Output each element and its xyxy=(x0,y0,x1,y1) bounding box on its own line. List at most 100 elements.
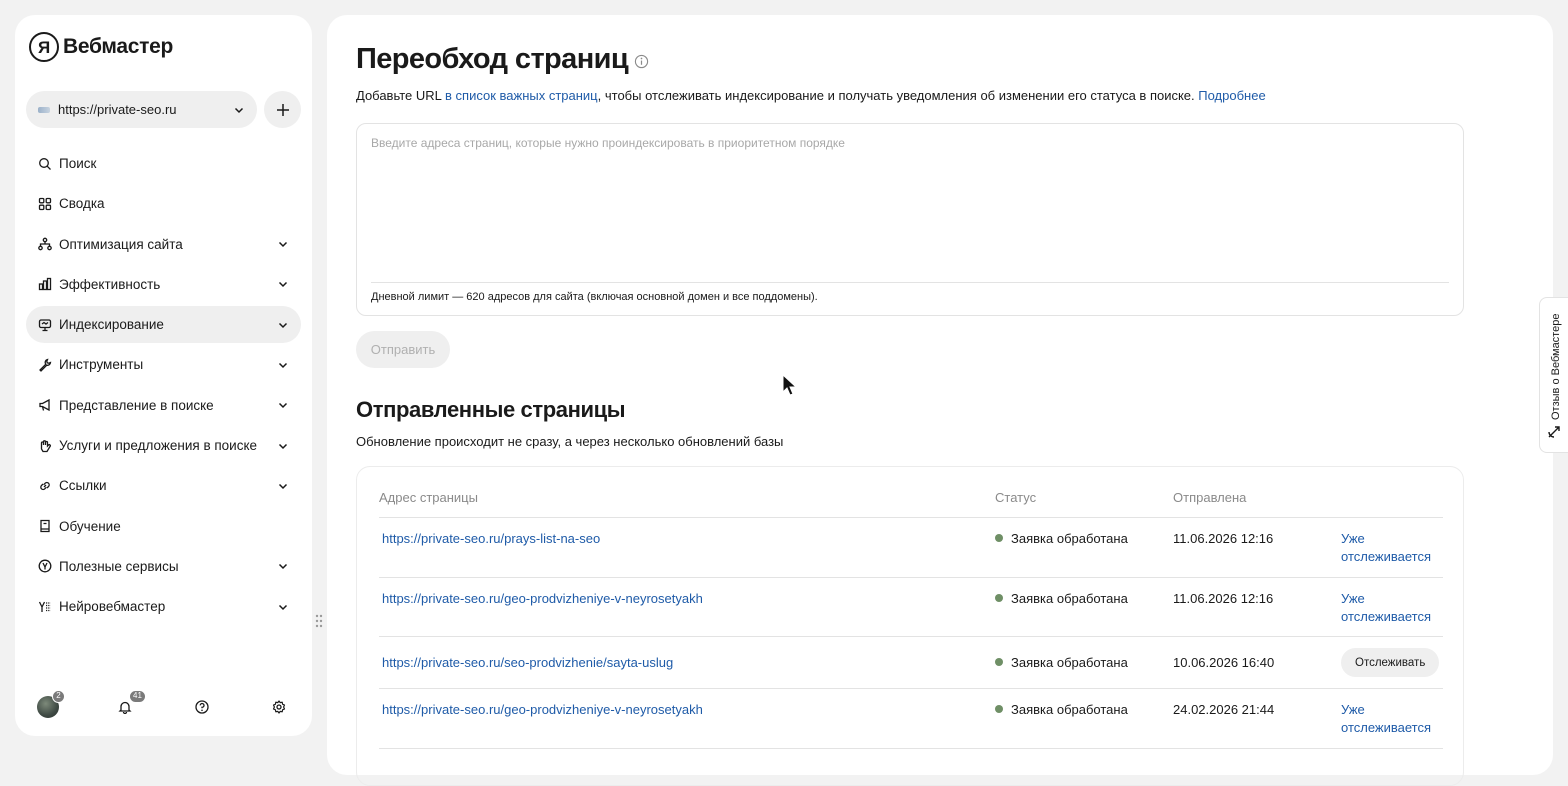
page-description: Добавьте URL в список важных страниц, чт… xyxy=(356,88,1266,103)
chevron-down-icon xyxy=(234,107,244,113)
status-cell: Заявка обработана xyxy=(995,591,1128,606)
sidebar-item-bar-chart[interactable]: Эффективность xyxy=(26,266,301,303)
add-site-button[interactable] xyxy=(264,91,301,128)
page-url-link[interactable]: https://private-seo.ru/geo-prodvizheniye… xyxy=(382,702,703,717)
site-selector-value: https://private-seo.ru xyxy=(58,102,177,117)
app-name: Вебмастер xyxy=(63,35,173,58)
status-dot-icon xyxy=(995,534,1003,542)
url-input-divider xyxy=(371,282,1449,283)
sidebar-item-monitor[interactable]: Индексирование xyxy=(26,306,301,344)
page-desc-prefix: Добавьте URL xyxy=(356,88,446,103)
feedback-tab-label: Отзыв о Вебмастере xyxy=(1550,313,1562,420)
status-cell: Заявка обработана xyxy=(995,655,1128,670)
sidebar-item-label: Оптимизация сайта xyxy=(59,236,183,252)
important-pages-link[interactable]: в список важных страниц xyxy=(445,88,598,103)
sitemap-icon xyxy=(38,237,52,251)
page-url-link[interactable]: https://private-seo.ru/seo-prodvizhenie/… xyxy=(382,655,673,670)
sidebar-item-grid[interactable]: Сводка xyxy=(26,185,301,222)
monitor-icon xyxy=(38,318,52,332)
status-text: Заявка обработана xyxy=(1011,531,1128,546)
chevron-down-icon xyxy=(278,604,288,610)
bar-chart-icon xyxy=(38,277,52,291)
track-button[interactable]: Отслеживать xyxy=(1341,648,1440,677)
plus-icon xyxy=(276,103,289,116)
table-row: https://private-seo.ru/geo-prodvizheniye… xyxy=(379,578,1443,637)
sent-date: 24.02.2026 21:44 xyxy=(1173,702,1275,717)
more-link[interactable]: Подробнее xyxy=(1198,88,1265,103)
drag-dots-icon xyxy=(315,614,323,628)
sidebar-item-yandex[interactable]: Полезные сервисы xyxy=(26,548,301,585)
sidebar-item-neuro[interactable]: Нейровебмастер xyxy=(26,588,301,625)
chevron-down-icon xyxy=(278,282,288,288)
already-tracked-link[interactable]: Уже отслеживается xyxy=(1341,701,1451,737)
feedback-tab[interactable]: Отзыв о Вебмастере xyxy=(1539,297,1568,453)
sidebar-item-label: Индексирование xyxy=(59,317,164,333)
sent-pages-table: Адрес страницы Статус Отправлена https:/… xyxy=(356,466,1464,786)
column-header-url: Адрес страницы xyxy=(379,490,478,505)
sidebar-item-search[interactable]: Поиск xyxy=(26,145,301,182)
table-row: https://private-seo.ru/seo-prodvizhenie/… xyxy=(379,637,1443,689)
search-icon xyxy=(38,157,52,171)
help-icon xyxy=(195,700,209,714)
page-title: Переобход страниц xyxy=(356,43,649,76)
notifications-badge: 41 xyxy=(129,690,146,703)
column-header-sent: Отправлена xyxy=(1173,490,1247,505)
chevron-down-icon xyxy=(278,483,288,489)
sidebar-item-sitemap[interactable]: Оптимизация сайта xyxy=(26,226,301,263)
main-content: Переобход страниц Добавьте URL в список … xyxy=(327,15,1553,786)
feedback-icon xyxy=(1548,426,1560,438)
bell-icon xyxy=(118,701,132,714)
sidebar-resize-handle[interactable] xyxy=(312,608,326,634)
book-icon xyxy=(38,519,52,533)
chevron-down-icon xyxy=(278,403,288,409)
sidebar-item-wrench[interactable]: Инструменты xyxy=(26,346,301,383)
page-title-text: Переобход страниц xyxy=(356,43,629,75)
sidebar-item-book[interactable]: Обучение xyxy=(26,508,301,545)
sidebar-item-label: Инструменты xyxy=(59,357,144,373)
site-selector[interactable]: https://private-seo.ru xyxy=(26,91,257,128)
sent-pages-description: Обновление происходит не сразу, а через … xyxy=(356,434,784,449)
yandex-logo-icon: Я xyxy=(29,32,59,62)
page-desc-suffix: , чтобы отслеживать индексирование и пол… xyxy=(597,88,1199,103)
chevron-down-icon xyxy=(278,362,288,369)
sidebar-item-label: Услуги и предложения в поиске xyxy=(59,438,258,454)
help-button[interactable] xyxy=(194,699,210,715)
chevron-down-icon xyxy=(278,322,288,328)
sidebar-item-hand[interactable]: Услуги и предложения в поиске xyxy=(26,427,301,464)
page-url-link[interactable]: https://private-seo.ru/geo-prodvizheniye… xyxy=(382,591,703,606)
status-dot-icon xyxy=(995,705,1003,713)
sidebar-item-label: Представление в поиске xyxy=(59,397,214,413)
sidebar-item-link[interactable]: Ссылки xyxy=(26,467,301,504)
status-dot-icon xyxy=(995,594,1003,602)
submit-button[interactable]: Отправить xyxy=(356,331,450,368)
sent-date: 10.06.2026 16:40 xyxy=(1173,655,1275,670)
daily-limit-text: Дневной лимит — 620 адресов для сайта (в… xyxy=(371,291,818,303)
url-input[interactable] xyxy=(371,136,1447,276)
settings-button[interactable] xyxy=(271,699,287,715)
megaphone-icon xyxy=(38,398,52,412)
app-logo[interactable]: Я Вебмастер xyxy=(29,32,173,62)
url-input-box: Дневной лимит — 620 адресов для сайта (в… xyxy=(356,123,1464,316)
already-tracked-link[interactable]: Уже отслеживается xyxy=(1341,590,1451,626)
status-text: Заявка обработана xyxy=(1011,655,1128,670)
sidebar-item-megaphone[interactable]: Представление в поиске xyxy=(26,387,301,424)
sidebar-item-label: Полезные сервисы xyxy=(59,558,179,574)
already-tracked-link[interactable]: Уже отслеживается xyxy=(1341,530,1451,566)
status-text: Заявка обработана xyxy=(1011,591,1128,606)
sidebar-item-label: Обучение xyxy=(59,518,121,534)
mouse-cursor-icon xyxy=(782,374,798,396)
status-dot-icon xyxy=(995,658,1003,666)
chevron-down-icon xyxy=(278,242,288,248)
sidebar-item-label: Сводка xyxy=(59,196,105,212)
column-header-status: Статус xyxy=(995,490,1037,505)
chevron-down-icon xyxy=(278,443,288,449)
status-cell: Заявка обработана xyxy=(995,702,1128,717)
page-url-link[interactable]: https://private-seo.ru/prays-list-na-seo xyxy=(382,531,600,546)
neuro-icon xyxy=(38,600,52,614)
sidebar-item-label: Ссылки xyxy=(59,478,107,494)
sidebar: Я Вебмастер https://private-seo.ru Поиск… xyxy=(15,15,312,736)
status-cell: Заявка обработана xyxy=(995,531,1128,546)
info-icon[interactable] xyxy=(634,54,649,69)
link-icon xyxy=(38,479,52,493)
wrench-icon xyxy=(38,358,52,372)
